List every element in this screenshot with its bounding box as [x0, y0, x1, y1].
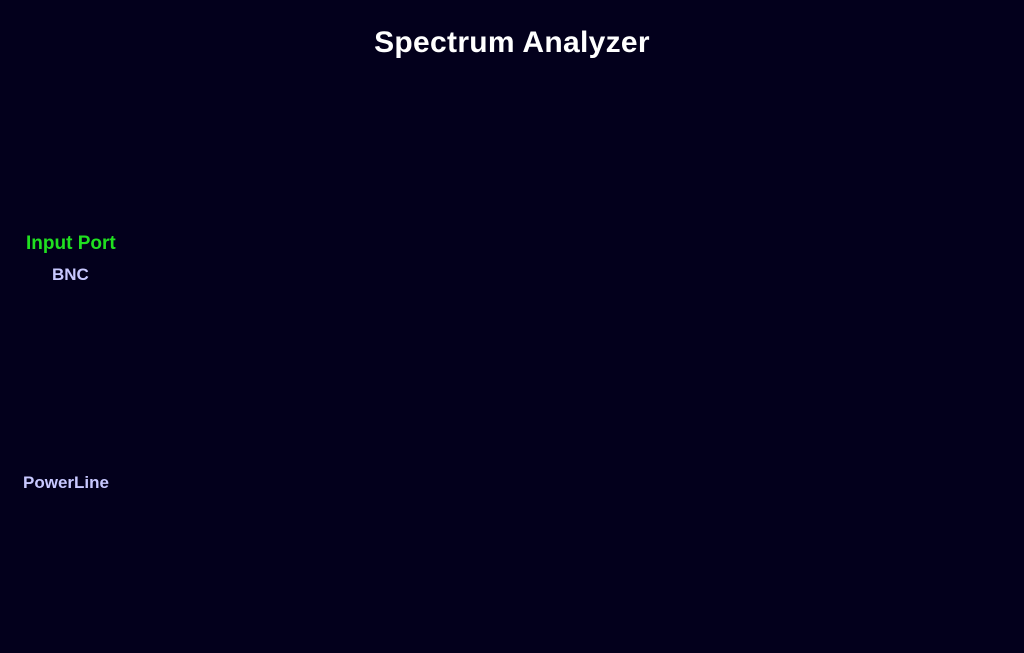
input-port-label: Input Port	[26, 233, 116, 254]
app-title: Spectrum Analyzer	[374, 26, 650, 59]
input-option-bnc[interactable]: BNC	[52, 264, 89, 286]
input-option-powerline[interactable]: PowerLine	[23, 472, 109, 494]
